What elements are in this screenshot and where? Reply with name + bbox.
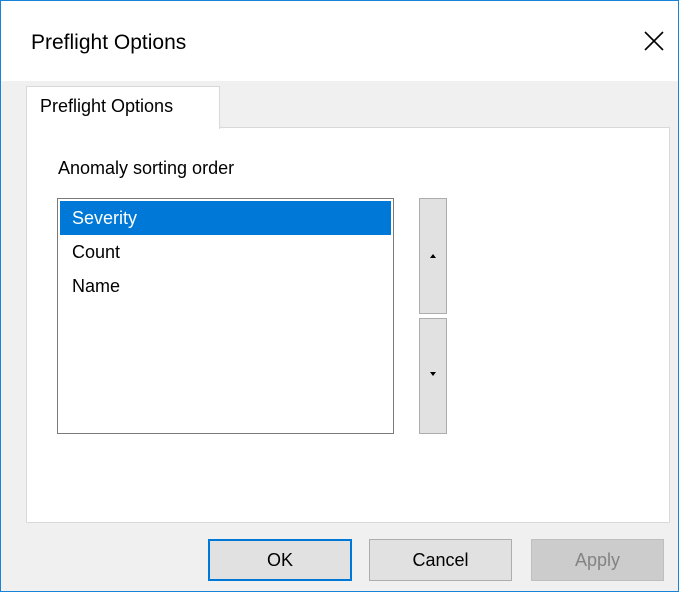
list-item-count[interactable]: Count (60, 235, 391, 269)
close-button[interactable] (634, 21, 674, 61)
arrow-down-icon (430, 372, 436, 376)
sorting-order-label: Anomaly sorting order (58, 158, 235, 178)
tab-panel: Anomaly sorting order Severity Count Nam… (26, 127, 670, 523)
ok-button[interactable]: OK (208, 539, 352, 581)
close-icon (644, 31, 664, 51)
cancel-button[interactable]: Cancel (369, 539, 512, 581)
sorting-order-listbox[interactable]: Severity Count Name (57, 198, 394, 434)
arrow-up-icon (430, 254, 436, 258)
apply-button[interactable]: Apply (531, 539, 664, 581)
tab-label: Preflight Options (40, 96, 174, 116)
move-down-button[interactable] (419, 318, 447, 434)
list-item-severity[interactable]: Severity (60, 201, 391, 235)
list-item-name[interactable]: Name (60, 269, 391, 303)
title-bar[interactable]: Preflight Options (1, 1, 678, 81)
move-up-button[interactable] (419, 198, 447, 314)
tab-preflight-options[interactable]: Preflight Options (26, 86, 220, 129)
preflight-options-dialog: Preflight Options Preflight Options Anom… (0, 0, 679, 592)
dialog-title: Preflight Options (31, 31, 187, 54)
